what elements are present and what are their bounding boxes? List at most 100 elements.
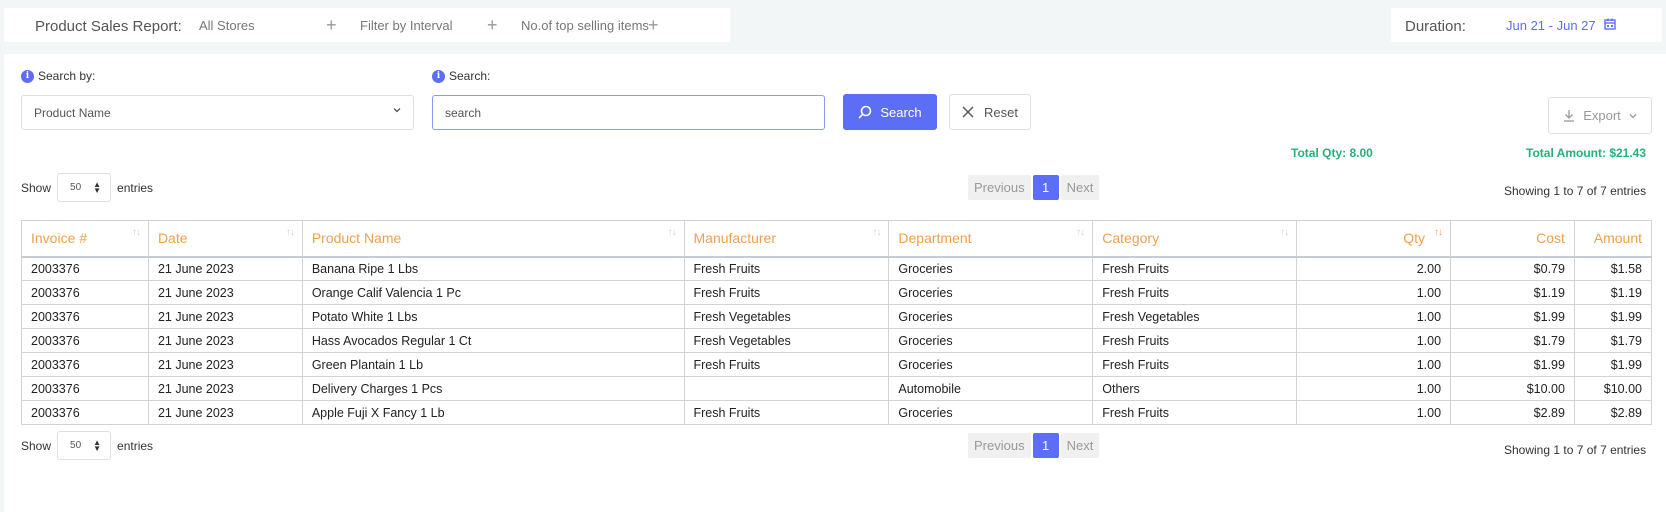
date-cell: 21 June 2023 (147, 400, 303, 425)
amount-cell: $1.99 (1573, 352, 1653, 377)
page-1-button[interactable]: 1 (1032, 175, 1059, 200)
cost-cell: $2.89 (1450, 400, 1575, 425)
report-panel: i Search by: Product Name i Search: Sear… (4, 54, 1666, 512)
reset-button-label: Reset (984, 104, 1018, 120)
col-manufacturer[interactable]: Manufacturer ↑↓ (683, 220, 890, 257)
col-invoice[interactable]: Invoice # ↑↓ (21, 220, 149, 257)
amount-cell: $10.00 (1573, 376, 1653, 401)
sort-icon: ↑↓ (285, 227, 295, 238)
next-button[interactable]: Next (1060, 175, 1100, 200)
category-cell: Fresh Fruits (1092, 255, 1298, 281)
qty-cell: 1.00 (1296, 304, 1452, 329)
export-button[interactable]: Export (1548, 97, 1652, 134)
search-icon (858, 105, 872, 119)
search-by-value: Product Name (34, 106, 111, 120)
sort-arrows-icon: ▲ ▼ (93, 438, 102, 453)
report-title: Product Sales Report: (35, 18, 182, 35)
page-1-button[interactable]: 1 (1032, 433, 1059, 458)
filter-interval[interactable]: Filter by Interval (360, 18, 452, 33)
date-cell: 21 June 2023 (147, 304, 303, 329)
product-name-cell: Orange Calif Valencia 1 Pc (301, 280, 685, 305)
show-label: Show (21, 438, 52, 453)
filter-stores[interactable]: All Stores (199, 18, 255, 33)
show-label: Show (21, 180, 52, 195)
previous-button[interactable]: Previous (968, 175, 1031, 200)
add-top-items-filter-icon[interactable]: + (648, 16, 659, 34)
col-category[interactable]: Category ↑↓ (1092, 220, 1298, 257)
col-label: Amount (1593, 230, 1642, 247)
col-label: Department (898, 230, 972, 247)
search-by-select[interactable]: Product Name (21, 95, 414, 130)
date-cell: 21 June 2023 (147, 376, 303, 401)
calendar-icon[interactable] (1604, 18, 1616, 30)
table-row: 2003376 21 June 2023 Orange Calif Valencia… (21, 280, 1653, 305)
cost-cell: $0.79 (1450, 255, 1575, 281)
col-label: Category (1102, 230, 1160, 247)
add-store-filter-icon[interactable]: + (326, 16, 337, 34)
cost-cell: $1.19 (1450, 280, 1575, 305)
manufacturer-cell: Fresh Fruits (683, 352, 890, 377)
sort-icon: ↑↓ (872, 227, 881, 238)
date-cell: 21 June 2023 (147, 328, 303, 353)
col-amount[interactable]: Amount (1573, 220, 1653, 257)
category-cell: Others (1092, 376, 1298, 401)
report-toolbar: Product Sales Report: All Stores + Filte… (4, 8, 1662, 42)
product-name-cell: Potato White 1 Lbs (301, 304, 685, 329)
department-cell: Groceries (888, 328, 1094, 353)
sales-table: Invoice # ↑↓ Date ↑↓ Product Name ↑↓ Manufa… (21, 220, 1653, 425)
pagination: Previous 1 Next (968, 175, 1100, 200)
cost-cell: $1.99 (1450, 352, 1575, 377)
sort-arrows-icon: ▲ ▼ (93, 180, 102, 195)
duration-picker[interactable]: Jun 21 - Jun 27 (1506, 18, 1596, 33)
col-label: Cost (1536, 230, 1565, 247)
manufacturer-cell: Fresh Fruits (683, 280, 890, 305)
search-button[interactable]: Search (843, 94, 937, 130)
total-amount: Total Amount: $21.43 (1526, 146, 1647, 160)
col-date[interactable]: Date ↑↓ (147, 220, 303, 257)
sort-icon: ↑↓ (667, 227, 677, 238)
search-by-text: Search by: (38, 69, 96, 83)
sort-icon: ↑↓ (1280, 227, 1289, 238)
pagination-bottom: Previous 1 Next (968, 433, 1100, 458)
manufacturer-cell: Fresh Vegetables (683, 328, 890, 353)
table-row: 2003376 21 June 2023 Delivery Charges 1 Pc… (21, 376, 1653, 401)
department-cell: Groceries (888, 400, 1094, 425)
search-text: Search: (449, 69, 491, 83)
page-length-select[interactable]: 50 ▲ ▼ (57, 173, 112, 202)
product-name-cell: Apple Fuji X Fancy 1 Lb (301, 400, 685, 425)
col-qty[interactable]: Qty ↑↓ (1296, 220, 1452, 257)
reset-button[interactable]: Reset (949, 94, 1031, 130)
category-cell: Fresh Vegetables (1092, 304, 1298, 329)
cost-cell: $1.79 (1450, 328, 1575, 353)
showing-info: Showing 1 to 7 of 7 entries (1504, 443, 1647, 457)
filter-top-items[interactable]: No.of top selling items (521, 18, 649, 33)
col-cost[interactable]: Cost (1450, 220, 1575, 257)
search-input[interactable] (432, 95, 825, 130)
qty-cell: 1.00 (1296, 328, 1452, 353)
category-cell: Fresh Fruits (1092, 328, 1298, 353)
invoice-cell: 2003376 (21, 280, 149, 305)
table-body: 2003376 21 June 2023 Banana Ripe 1 Lbs Fres… (21, 255, 1653, 425)
qty-cell: 1.00 (1296, 376, 1452, 401)
invoice-cell: 2003376 (21, 376, 149, 401)
info-icon: i (21, 69, 34, 83)
add-interval-filter-icon[interactable]: + (487, 16, 498, 34)
col-product-name[interactable]: Product Name ↑↓ (301, 220, 685, 257)
product-name-cell: Hass Avocados Regular 1 Ct (301, 328, 685, 353)
previous-button[interactable]: Previous (968, 433, 1031, 458)
page-length-select[interactable]: 50 ▲ ▼ (57, 431, 112, 460)
invoice-cell: 2003376 (21, 400, 149, 425)
col-department[interactable]: Department ↑↓ (888, 220, 1094, 257)
cost-cell: $1.99 (1450, 304, 1575, 329)
invoice-cell: 2003376 (21, 352, 149, 377)
filter-bar: Product Sales Report: All Stores + Filte… (4, 8, 730, 42)
next-button[interactable]: Next (1060, 433, 1100, 458)
department-cell: Automobile (888, 376, 1094, 401)
manufacturer-cell: Fresh Fruits (683, 400, 890, 425)
qty-cell: 1.00 (1296, 400, 1452, 425)
qty-cell: 1.00 (1296, 352, 1452, 377)
chevron-down-icon (393, 108, 401, 113)
qty-cell: 1.00 (1296, 280, 1452, 305)
duration-label: Duration: (1405, 18, 1466, 35)
table-header-row: Invoice # ↑↓ Date ↑↓ Product Name ↑↓ Manufa… (21, 220, 1653, 257)
